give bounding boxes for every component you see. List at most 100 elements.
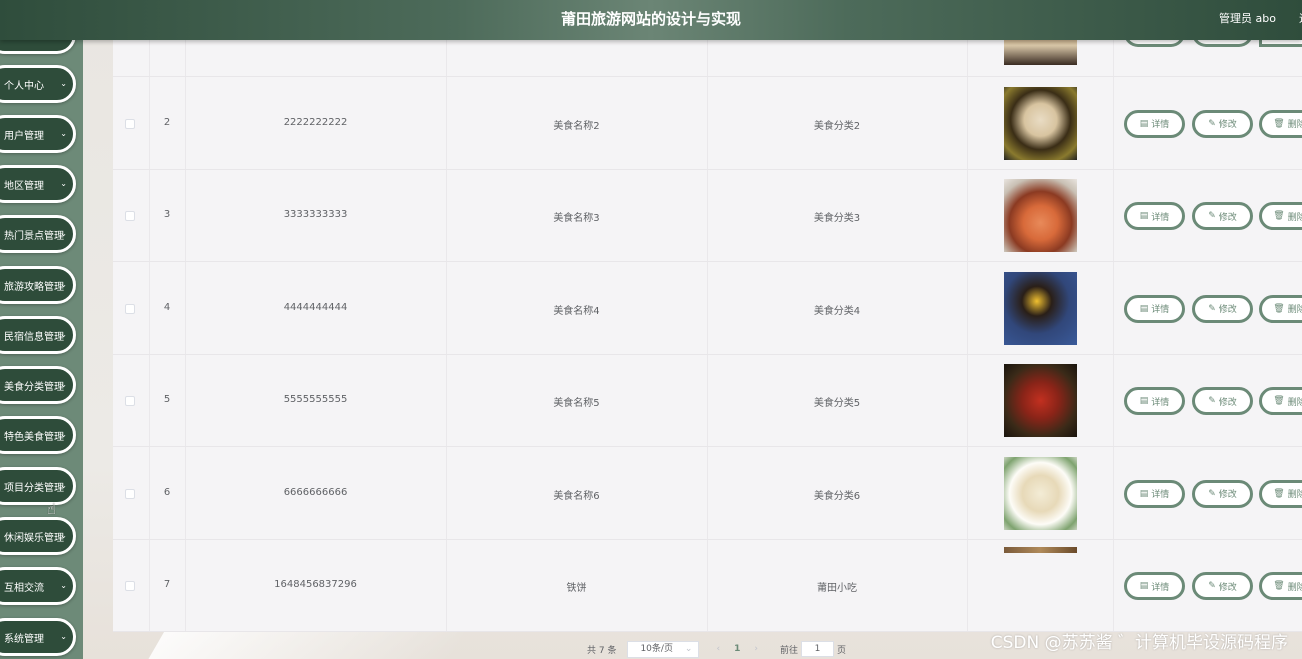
document-icon: ▤ <box>1139 211 1149 221</box>
detail-button[interactable]: ▤ 详情 <box>1124 109 1185 138</box>
delete-button-label: 删除 <box>1287 120 1302 130</box>
detail-button-label: 详情 <box>1151 305 1170 315</box>
chevron-down-icon: ⌄ <box>60 79 67 88</box>
pencil-icon: ✎ <box>1208 211 1216 221</box>
delete-button-label: 删除 <box>1287 582 1302 593</box>
chevron-down-icon: ⌄ <box>684 643 693 654</box>
sidebar-item-label: 用户管理 <box>4 130 44 142</box>
pagination: 共 7 条 10条/页 ⌄ ‹ 1 › 前往 1 页 <box>587 640 846 658</box>
chevron-down-icon: ⌄ <box>60 129 67 138</box>
food-code: 5555555555 <box>283 394 348 405</box>
sidebar-item-12[interactable]: 系统管理 ⌄ <box>0 618 76 656</box>
delete-button-label: 删除 <box>1287 212 1302 223</box>
delete-button[interactable]: 🗑删除 <box>1259 572 1302 600</box>
document-icon: ▤ <box>1139 118 1149 129</box>
delete-button[interactable]: 🗑删除 <box>1259 202 1302 230</box>
goto-page-input[interactable]: 1 <box>800 641 834 657</box>
chevron-down-icon: ⌄ <box>60 380 67 389</box>
page-size-select[interactable]: 10条/页 ⌄ <box>627 640 700 658</box>
table-row: 44444444444美食名称4美食分类4▤详情✎修改🗑删除 <box>113 262 1302 355</box>
sidebar-item-4[interactable]: 热门景点管理 ⌄ <box>0 215 76 253</box>
food-image <box>1004 456 1077 530</box>
row-index: 6 <box>163 486 171 498</box>
row-index: 2 <box>163 116 171 128</box>
row-checkbox[interactable] <box>125 118 135 129</box>
sidebar-item-7[interactable]: 美食分类管理 ⌄ <box>0 366 76 404</box>
sidebar-item-6[interactable]: 民宿信息管理 ⌄ <box>0 316 76 354</box>
food-category: 美食分类4 <box>813 305 861 317</box>
sidebar-item-label: 地区管理 <box>4 180 44 192</box>
table-row: 71648456837296铁饼莆田小吃▤详情✎修改🗑删除 <box>113 540 1302 632</box>
prev-page-icon[interactable]: ‹ <box>716 644 720 654</box>
trash-icon: 🗑 <box>1273 303 1285 314</box>
total-count: 共 7 条 <box>587 645 617 656</box>
food-code: 4444444444 <box>283 301 348 313</box>
sidebar-item-9[interactable]: 项目分类管理 ⌄ <box>0 467 76 505</box>
edit-button[interactable]: ✎ 修改 <box>1192 294 1253 323</box>
chevron-down-icon: ⌄ <box>60 229 67 238</box>
row-checkbox[interactable] <box>125 211 135 221</box>
food-code: 3333333333 <box>283 209 348 220</box>
current-page[interactable]: 1 <box>734 644 740 654</box>
detail-button-label: 详情 <box>1151 212 1170 223</box>
edit-button-label: 修改 <box>1218 397 1237 408</box>
row-checkbox[interactable] <box>125 396 135 406</box>
row-index: 3 <box>163 209 171 220</box>
sidebar-item-10[interactable]: 休闲娱乐管理 ⌄ <box>0 517 76 555</box>
food-name: 美食名称6 <box>553 490 600 502</box>
chevron-down-icon: ⌄ <box>60 531 67 540</box>
food-category: 莆田小吃 <box>817 583 857 594</box>
sidebar-item-label: 热门景点管理 <box>4 230 64 242</box>
row-checkbox[interactable] <box>125 581 135 591</box>
watermark: CSDN @苏苏酱 ゛计算机毕设源码程序 <box>990 633 1288 653</box>
pencil-icon: ✎ <box>1208 488 1216 499</box>
edit-button-label: 修改 <box>1218 582 1237 593</box>
sidebar-item-11[interactable]: 互相交流 ⌄ <box>0 567 76 605</box>
chevron-down-icon: ⌄ <box>60 581 67 590</box>
edit-button-label: 修改 <box>1218 120 1237 130</box>
detail-button[interactable]: ▤ 详情 <box>1124 294 1185 323</box>
detail-button-label: 详情 <box>1151 397 1170 408</box>
next-page-icon[interactable]: › <box>754 644 758 654</box>
sidebar-item-label: 休闲娱乐管理 <box>4 532 64 544</box>
sidebar-item-2[interactable]: 用户管理 ⌄ <box>0 115 76 153</box>
top-header: 莆田旅游网站的设计与实现 管理员 abo 退 <box>0 0 1302 40</box>
edit-button[interactable]: ✎ 修改 <box>1192 387 1253 415</box>
detail-button[interactable]: ▤ 详情 <box>1124 479 1185 508</box>
detail-button[interactable]: ▤ 详情 <box>1124 202 1185 230</box>
trash-icon: 🗑 <box>1273 488 1285 499</box>
table-row: 55555555555美食名称5美食分类5▤详情✎修改🗑删除 <box>113 355 1302 447</box>
edit-button-label: 修改 <box>1218 490 1237 500</box>
delete-button[interactable]: 🗑删除 <box>1259 109 1302 138</box>
chevron-down-icon: ⌄ <box>60 179 67 188</box>
food-category: 美食分类6 <box>813 490 861 502</box>
edit-button-label: 修改 <box>1218 212 1237 223</box>
pencil-icon: ✎ <box>1208 581 1216 591</box>
food-name: 美食名称4 <box>553 305 600 317</box>
sidebar-item-5[interactable]: 旅游攻略管理 ⌄ <box>0 266 76 304</box>
detail-button-label: 详情 <box>1151 120 1170 130</box>
pencil-icon: ✎ <box>1208 303 1216 314</box>
food-code: 2222222222 <box>283 116 348 128</box>
row-checkbox[interactable] <box>125 488 135 499</box>
trash-icon: 🗑 <box>1273 211 1285 221</box>
delete-button[interactable]: 🗑删除 <box>1259 387 1302 415</box>
sidebar-item-3[interactable]: 地区管理 ⌄ <box>0 165 76 203</box>
edit-button[interactable]: ✎ 修改 <box>1192 479 1253 508</box>
delete-button[interactable]: 🗑删除 <box>1259 479 1302 508</box>
sidebar-item-8[interactable]: 特色美食管理 ⌄ <box>0 416 76 454</box>
detail-button[interactable]: ▤ 详情 <box>1124 572 1185 600</box>
current-user[interactable]: 管理员 abo <box>1219 0 1276 37</box>
sidebar-item-1[interactable]: 个人中心 ⌄ <box>0 65 76 103</box>
sidebar-item-label: 个人中心 <box>4 80 44 92</box>
food-image <box>1004 547 1077 553</box>
delete-button[interactable]: 🗑删除 <box>1259 294 1302 323</box>
edit-button[interactable]: ✎ 修改 <box>1192 109 1253 138</box>
food-image <box>1004 179 1077 252</box>
page-size-value: 10条/页 <box>640 643 673 654</box>
delete-button-label: 删除 <box>1287 490 1302 500</box>
detail-button[interactable]: ▤ 详情 <box>1124 387 1185 415</box>
edit-button[interactable]: ✎ 修改 <box>1192 202 1253 230</box>
row-checkbox[interactable] <box>125 303 135 314</box>
edit-button[interactable]: ✎ 修改 <box>1192 572 1253 600</box>
